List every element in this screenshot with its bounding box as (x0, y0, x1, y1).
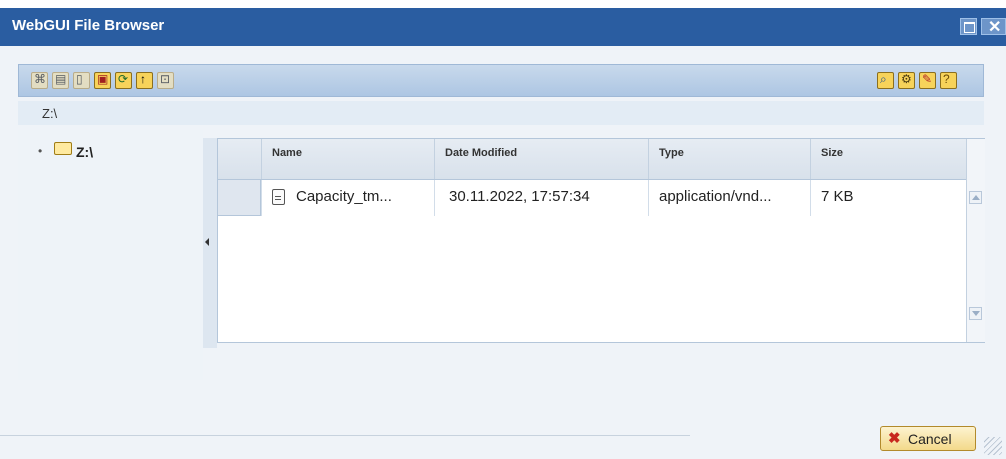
file-table: Name Date Modified Type Size Capacity_tm… (217, 138, 985, 343)
file-name[interactable]: Capacity_tm... (296, 188, 392, 205)
table-cell-date: 30.11.2022, 17:57:34 (434, 180, 648, 216)
column-header-name[interactable]: Name (261, 139, 434, 179)
pane-splitter[interactable] (203, 138, 217, 348)
current-path: Z:\ (42, 106, 58, 121)
path-bar: Z:\ (18, 101, 984, 125)
column-header-date-modified[interactable]: Date Modified (434, 139, 648, 179)
table-cell-size: 7 KB (810, 180, 966, 216)
copy-icon[interactable]: ▤ (52, 72, 69, 89)
file-icon (272, 189, 285, 205)
folder-icon[interactable] (54, 142, 72, 155)
properties-icon[interactable]: ⊡ (157, 72, 174, 89)
tree-item-root[interactable]: Z:\ (76, 144, 93, 160)
tree-bullet-icon: • (38, 144, 43, 158)
column-header-size[interactable]: Size (810, 139, 966, 179)
footer-divider (0, 435, 690, 436)
up-directory-icon[interactable]: ↑ (136, 72, 153, 89)
rename-icon[interactable]: ▣ (94, 72, 111, 89)
cancel-button[interactable]: ✖ Cancel (880, 426, 976, 451)
delete-icon[interactable]: ▯ (73, 72, 90, 89)
title-bar: WebGUI File Browser ✕ (0, 8, 1006, 46)
table-header: Name Date Modified Type Size (218, 139, 966, 180)
scroll-up-icon[interactable] (969, 191, 982, 204)
toolbar: ⌘ ▤ ▯ ▣ ⟳ ↑ ⊡ ⌕ ⚙ ✎ ? (18, 64, 984, 97)
collapse-arrow-icon[interactable] (205, 238, 209, 246)
vertical-scrollbar[interactable] (966, 139, 985, 342)
search-icon[interactable]: ⌕ (877, 72, 894, 89)
scroll-down-icon[interactable] (969, 307, 982, 320)
table-cell-name[interactable]: Capacity_tm... (261, 180, 434, 216)
maximize-icon[interactable] (960, 18, 977, 35)
refresh-icon[interactable]: ⟳ (115, 72, 132, 89)
close-icon[interactable]: ✕ (981, 18, 1006, 36)
resize-grip-icon[interactable] (984, 437, 1002, 455)
window-title: WebGUI File Browser (12, 17, 165, 34)
new-folder-icon[interactable]: ⌘ (31, 72, 48, 89)
table-cell-type: application/vnd... (648, 180, 810, 216)
edit-icon[interactable]: ✎ (919, 72, 936, 89)
column-header-type[interactable]: Type (648, 139, 810, 179)
settings-icon[interactable]: ⚙ (898, 72, 915, 89)
help-icon[interactable]: ? (940, 72, 957, 89)
cancel-label: Cancel (908, 431, 952, 447)
row-selector[interactable] (218, 180, 261, 216)
cancel-icon: ✖ (888, 430, 901, 447)
folder-tree: • Z:\ (18, 130, 203, 380)
